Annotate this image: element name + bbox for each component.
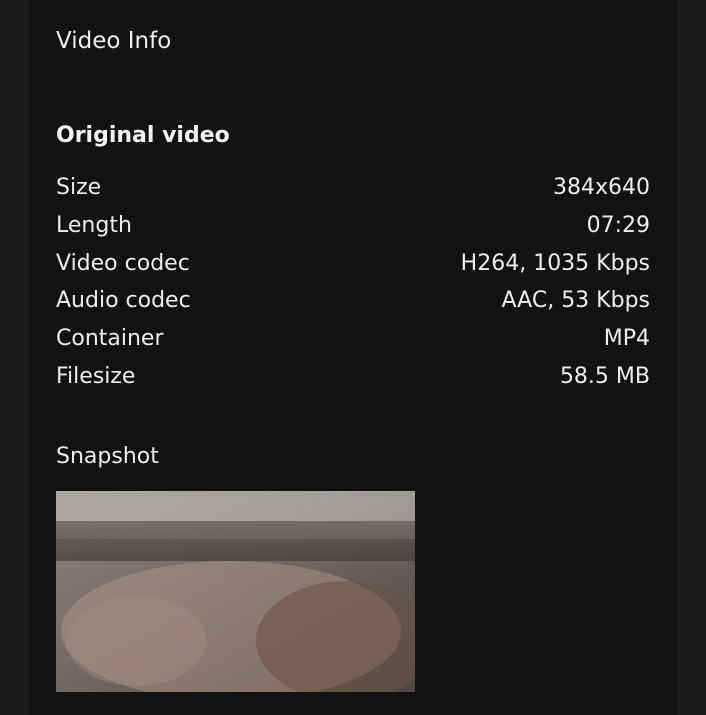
snapshot-placeholder-image	[56, 491, 415, 692]
property-value: 384x640	[552, 175, 650, 200]
snapshot-heading: Snapshot	[56, 444, 159, 469]
property-row-video-codec: Video codec H264, 1035 Kbps	[56, 249, 650, 287]
property-row-length: Length 07:29	[56, 211, 650, 249]
property-label: Container	[56, 326, 164, 352]
property-label: Audio codec	[56, 288, 191, 314]
property-label: Size	[56, 175, 102, 200]
snapshot-thumbnail[interactable]	[56, 491, 415, 692]
property-value: MP4	[603, 326, 650, 352]
property-label: Video codec	[56, 250, 190, 276]
property-row-container: Container MP4	[56, 324, 650, 362]
property-row-size: Size 384x640	[56, 173, 650, 211]
property-value: AAC, 53 Kbps	[501, 288, 650, 314]
original-video-heading: Original video	[56, 123, 230, 148]
video-properties-list: Size 384x640 Length 07:29 Video codec H2…	[56, 173, 650, 400]
panel-title: Video Info	[56, 28, 172, 54]
property-row-audio-codec: Audio codec AAC, 53 Kbps	[56, 286, 650, 324]
property-value: 07:29	[586, 212, 650, 238]
video-info-panel: Video Info Original video Size 384x640 L…	[30, 0, 678, 715]
property-row-filesize: Filesize 58.5 MB	[56, 362, 650, 400]
property-label: Filesize	[56, 363, 136, 389]
property-label: Length	[56, 212, 132, 238]
property-value: H264, 1035 Kbps	[460, 250, 650, 276]
property-value: 58.5 MB	[559, 363, 650, 389]
